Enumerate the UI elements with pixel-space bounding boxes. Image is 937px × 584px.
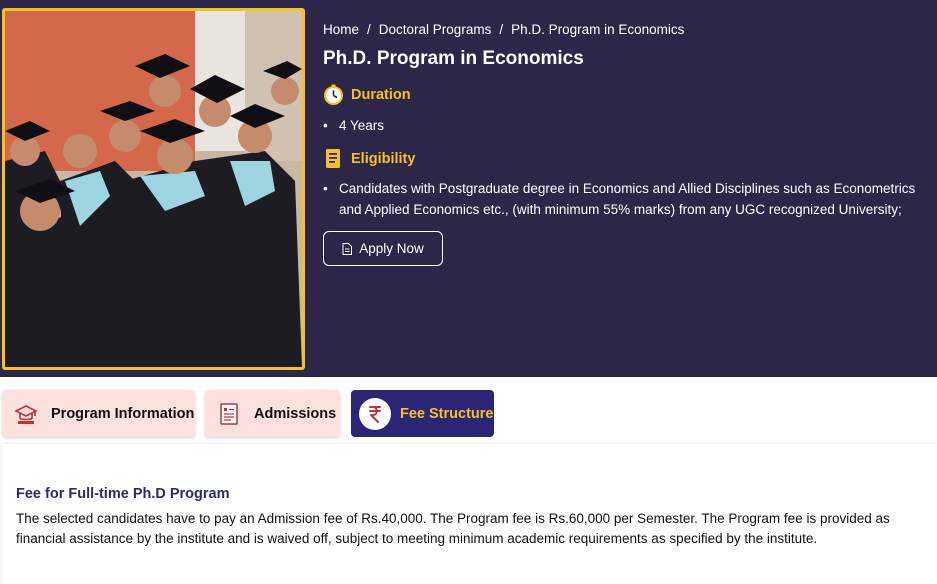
duration-value-text: 4 Years bbox=[339, 118, 385, 133]
tab-program-information-label: Program Information bbox=[51, 405, 195, 422]
eligibility-value-text: Candidates with Postgraduate degree in E… bbox=[339, 181, 916, 217]
tab-admissions-label: Admissions bbox=[254, 405, 337, 422]
tab-fee-structure-label: Fee Structure bbox=[400, 405, 494, 422]
apply-now-button[interactable]: Apply Now bbox=[323, 231, 443, 266]
graduates-photo bbox=[2, 8, 305, 370]
breadcrumb-current: Ph.D. Program in Economics bbox=[511, 22, 685, 37]
eligibility-value: • Candidates with Postgraduate degree in… bbox=[323, 178, 918, 220]
graduation-cap-icon bbox=[10, 398, 42, 430]
duration-value: • 4 Years bbox=[323, 115, 923, 136]
stopwatch-icon bbox=[323, 84, 344, 105]
eligibility-heading-label: Eligibility bbox=[351, 150, 416, 167]
bullet-dot: • bbox=[323, 181, 328, 196]
breadcrumb-home[interactable]: Home bbox=[323, 22, 359, 37]
eligibility-heading: Eligibility bbox=[323, 148, 415, 169]
tab-program-information[interactable]: Program Information bbox=[2, 390, 195, 437]
program-hero: Home / Doctoral Programs / Ph.D. Program in … bbox=[0, 0, 937, 377]
document-icon bbox=[342, 242, 353, 255]
duration-heading: Duration bbox=[323, 84, 411, 105]
duration-heading-label: Duration bbox=[351, 86, 411, 103]
breadcrumb-separator: / bbox=[499, 22, 504, 37]
breadcrumb-doctoral-programs[interactable]: Doctoral Programs bbox=[379, 22, 492, 37]
breadcrumb: Home / Doctoral Programs / Ph.D. Program in … bbox=[323, 22, 684, 37]
fee-section-text: The selected candidates have to pay an A… bbox=[16, 511, 890, 546]
document-icon bbox=[323, 148, 344, 169]
tab-fee-structure[interactable]: Fee Structure bbox=[351, 390, 494, 437]
form-icon bbox=[213, 398, 245, 430]
rupee-icon bbox=[359, 397, 391, 430]
breadcrumb-separator: / bbox=[367, 22, 371, 37]
apply-now-label: Apply Now bbox=[359, 241, 424, 256]
page-title: Ph.D. Program in Economics bbox=[323, 48, 584, 69]
tab-admissions[interactable]: Admissions bbox=[205, 390, 340, 437]
graduates-image bbox=[5, 11, 302, 367]
bullet-dot: • bbox=[323, 118, 328, 133]
fee-section-title: Fee for Full-time Ph.D Program bbox=[16, 486, 230, 502]
